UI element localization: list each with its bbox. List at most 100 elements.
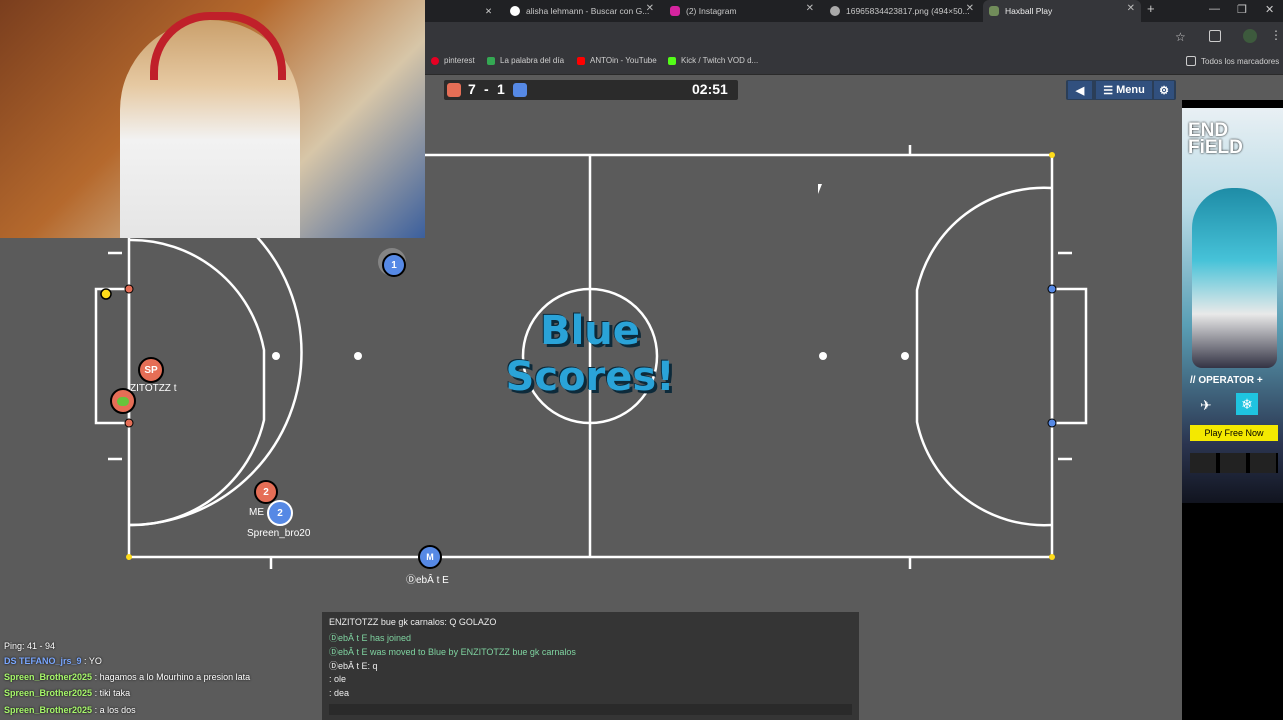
menu-button[interactable]: ☰ Menu [1096, 81, 1152, 99]
tab-label: (2) Instagram [686, 6, 737, 16]
chat-username: Spreen_Brother2025 [4, 688, 93, 698]
goal-banner: Blue Scores! [470, 308, 710, 400]
play-free-now-label: Play Free Now [1204, 428, 1264, 438]
minimize-icon[interactable]: — [1209, 3, 1220, 15]
chat-username: Spreen_Brother2025 [4, 705, 93, 715]
player-avatar: 1 [391, 259, 397, 271]
back-button[interactable]: ◀ [1068, 81, 1092, 99]
instagram-icon [670, 6, 680, 16]
stream-chat-line: Spreen_Brother2025 : hagamos a lo Mourhi… [4, 672, 250, 682]
ad-operator-label: // OPERATOR + [1190, 375, 1263, 386]
settings-button[interactable]: ⚙ [1154, 81, 1174, 99]
mouse-cursor-icon [818, 184, 826, 194]
chat-line: : dea [329, 688, 350, 698]
ad-banner[interactable]: END FiELD // OPERATOR + ✈ ❄ Play Free No… [1182, 108, 1283, 503]
stream-chat-line: Spreen_Brother2025 : tiki taka [4, 688, 130, 698]
game-chat: ENZITOTZZ bue gk carnalos: Q GOLAZO ⒹebÂ… [322, 612, 859, 720]
folder-icon [1186, 56, 1196, 66]
player-name: ME [249, 507, 264, 518]
stream-chat-overlay: Ping: 41 - 94 DS TEFANO_jrs_9 : YO Spree… [0, 640, 320, 720]
close-tab-icon[interactable]: ✕ [646, 3, 654, 14]
ad-icons: ✈ ❄ [1200, 391, 1270, 419]
chat-message: : a los dos [94, 705, 136, 715]
bookmark-label: ANTOin - YouTube [590, 56, 657, 65]
plane-icon: ✈ [1200, 397, 1212, 413]
maximize-icon[interactable]: ❐ [1237, 3, 1247, 16]
blue-score: 1 [497, 81, 505, 97]
bookmark-palabra[interactable]: La palabra del día [487, 56, 564, 65]
ball [100, 288, 112, 300]
bookmark-kick[interactable]: Kick / Twitch VOD d... [668, 56, 758, 65]
chat-line: ENZITOTZZ bue gk carnalos: Q GOLAZO [329, 617, 497, 627]
browser-tab-bar: ✕ alisha lehmann - Buscar con G... ✕ (2)… [425, 0, 1283, 22]
star-bookmark-icon[interactable]: ☆ [1175, 30, 1186, 44]
back-arrow-icon: ◀ [1075, 84, 1085, 97]
ad-logo: END FiELD [1188, 120, 1243, 158]
goal-banner-line1: Blue [540, 308, 640, 354]
player-red-sp: SP [138, 357, 164, 383]
player-blue-1-disc: 1 [382, 253, 406, 277]
tab-label: 16965834423817.png (494×50... [846, 6, 970, 16]
player-blue-debate: M [418, 545, 442, 569]
blue-team-icon [513, 83, 527, 97]
tab-haxball[interactable]: Haxball Play ✕ [983, 0, 1141, 22]
tab-label: Haxball Play [1005, 6, 1053, 16]
play-free-now-button[interactable]: Play Free Now [1190, 425, 1278, 441]
bookmark-label: La palabra del día [500, 56, 565, 65]
chat-username: Spreen_Brother2025 [4, 672, 93, 682]
snowflake-icon: ❄ [1236, 393, 1258, 415]
player-avatar: 2 [277, 507, 283, 519]
player-name: ⒹebÂ t E [406, 575, 449, 586]
profile-avatar[interactable] [1243, 29, 1257, 43]
tab-google-search[interactable]: alisha lehmann - Buscar con G... ✕ [510, 0, 660, 22]
close-window-icon[interactable]: ✕ [1265, 3, 1274, 16]
bookmark-label: Kick / Twitch VOD d... [681, 56, 759, 65]
chat-line: ⒹebÂ t E was moved to Blue by ENZITOTZZ … [329, 647, 576, 657]
game-menu-bar: ◀ ☰ Menu ⚙ [1066, 80, 1176, 100]
pinterest-icon [431, 56, 439, 65]
player-name: Spreen_bro20 [247, 528, 311, 539]
player-avatar: SP [144, 364, 158, 376]
tab-png-image[interactable]: 16965834423817.png (494×50... ✕ [830, 0, 980, 22]
bookmark-label: pinterest [444, 56, 475, 65]
score-separator: - [484, 81, 489, 97]
streamer-webcam [0, 0, 425, 238]
goal-banner-line2: Scores! [505, 354, 675, 400]
frog-emoji-icon [117, 396, 129, 406]
red-team-icon [447, 83, 461, 97]
google-icon [510, 6, 520, 16]
chat-message: : tiki taka [94, 688, 131, 698]
ad-store-badges [1190, 453, 1278, 473]
ping-readout: Ping: 41 - 94 [4, 641, 56, 651]
red-score: 7 [468, 81, 476, 97]
chat-message: : YO [84, 656, 102, 666]
all-bookmarks[interactable]: Todos los marcadores [1186, 56, 1279, 66]
stream-chat-line: Spreen_Brother2025 : a los dos [4, 705, 136, 715]
more-options-icon[interactable]: ⋮ [1270, 28, 1282, 42]
tab-label: alisha lehmann - Buscar con G... [526, 6, 650, 16]
close-tab-icon[interactable]: ✕ [806, 3, 814, 14]
scoreboard: 7 - 1 02:51 [444, 80, 738, 100]
bookmarks-bar: pinterest La palabra del día ANTOin - Yo… [425, 52, 1283, 75]
match-timer: 02:51 [692, 81, 728, 97]
player-avatar: M [426, 552, 434, 562]
close-tab-icon[interactable]: ✕ [966, 3, 974, 14]
chat-input[interactable] [329, 704, 852, 715]
tab-instagram[interactable]: (2) Instagram ✕ [670, 0, 820, 22]
extensions-icon[interactable] [1209, 30, 1221, 42]
hamburger-icon: ☰ [1103, 84, 1114, 97]
bookmark-p-icon [487, 56, 495, 65]
close-tab-icon[interactable]: ✕ [1127, 3, 1135, 14]
gear-icon: ⚙ [1159, 84, 1169, 97]
bookmark-pinterest[interactable]: pinterest [431, 56, 475, 65]
globe-icon [830, 6, 840, 16]
chat-username: DS TEFANO_jrs_9 [4, 656, 82, 666]
chat-line: ⒹebÂ t E has joined [329, 633, 412, 643]
ad-character [1192, 188, 1277, 368]
new-tab-button[interactable]: + [1147, 1, 1155, 16]
close-tab-icon[interactable]: ✕ [485, 0, 492, 22]
bookmark-youtube[interactable]: ANTOin - YouTube [577, 56, 657, 65]
chat-line: : ole [329, 674, 347, 684]
menu-label: Menu [1116, 84, 1145, 96]
right-goal [1050, 287, 1088, 425]
